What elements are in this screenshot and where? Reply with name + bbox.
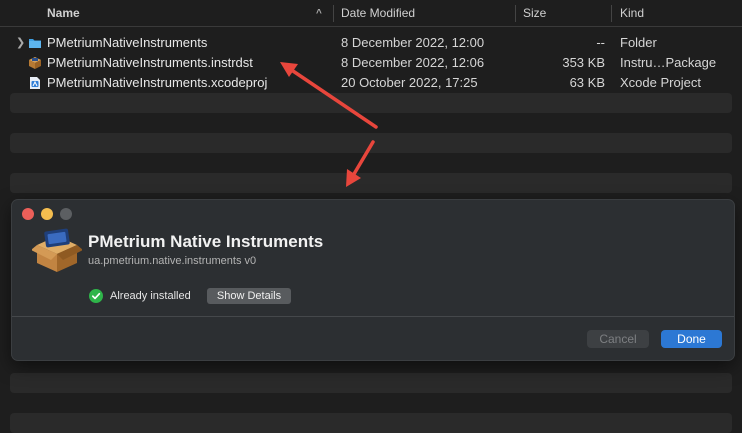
file-kind: Instru…Package	[620, 55, 717, 70]
empty-row	[10, 173, 732, 193]
folder-icon	[29, 39, 41, 48]
file-name: PMetriumNativeInstruments.instrdst	[47, 55, 253, 70]
install-dialog: PMetrium Native Instruments ua.pmetrium.…	[12, 200, 734, 360]
file-kind: Folder	[620, 35, 657, 50]
file-name: PMetriumNativeInstruments.xcodeproj	[47, 75, 268, 90]
package-icon	[32, 228, 82, 272]
install-status: Already installed	[110, 290, 191, 302]
xcodeproj-icon	[30, 77, 40, 89]
empty-row	[10, 93, 732, 113]
disclosure-chevron-icon[interactable]: ❯	[16, 33, 25, 53]
column-name[interactable]: Name	[47, 0, 80, 27]
show-details-button[interactable]: Show Details	[207, 288, 291, 304]
empty-row	[10, 133, 732, 153]
column-size[interactable]: Size	[523, 0, 546, 27]
empty-row	[10, 373, 732, 393]
file-row[interactable]: PMetriumNativeInstruments.xcodeproj 20 O…	[10, 73, 732, 93]
file-date: 20 October 2022, 17:25	[341, 75, 478, 90]
divider	[12, 316, 734, 317]
done-button[interactable]: Done	[661, 330, 722, 348]
column-divider	[515, 5, 516, 22]
column-divider	[333, 5, 334, 22]
package-icon	[29, 57, 41, 69]
file-kind: Xcode Project	[620, 75, 701, 90]
file-date: 8 December 2022, 12:06	[341, 55, 485, 70]
file-row[interactable]: PMetriumNativeInstruments.instrdst 8 Dec…	[10, 53, 732, 73]
minimize-button[interactable]	[41, 208, 53, 220]
close-button[interactable]	[22, 208, 34, 220]
cancel-button[interactable]: Cancel	[587, 330, 649, 348]
column-kind[interactable]: Kind	[620, 0, 644, 27]
checkmark-circle-icon	[89, 289, 103, 303]
file-name: PMetriumNativeInstruments	[47, 35, 208, 50]
chevron-up-icon[interactable]: ^	[316, 0, 322, 27]
zoom-button[interactable]	[60, 208, 72, 220]
dialog-title: PMetrium Native Instruments	[88, 232, 324, 251]
bundle-identifier: ua.pmetrium.native.instruments v0	[88, 255, 257, 267]
empty-row	[10, 413, 732, 433]
file-row[interactable]: ❯ PMetriumNativeInstruments 8 December 2…	[10, 33, 732, 53]
column-header: Name ^ Date Modified Size Kind	[0, 0, 742, 27]
file-size: --	[596, 35, 605, 50]
column-date-modified[interactable]: Date Modified	[341, 0, 415, 27]
file-date: 8 December 2022, 12:00	[341, 35, 485, 50]
file-size: 63 KB	[569, 75, 605, 90]
column-divider	[611, 5, 612, 22]
file-size: 353 KB	[562, 55, 605, 70]
